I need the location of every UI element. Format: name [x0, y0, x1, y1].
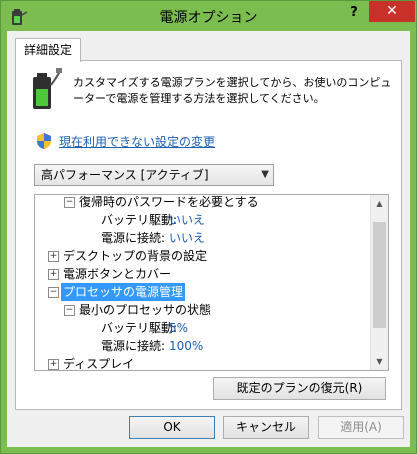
setting-label: バッテリ駆動: — [101, 321, 178, 335]
expand-icon[interactable]: + — [48, 359, 59, 370]
tree-item[interactable]: − 最小のプロセッサの状態 — [35, 301, 371, 319]
cancel-button[interactable]: キャンセル — [223, 416, 309, 439]
instruction-text: カスタマイズする電源プランを選択してから、お使いのコンピューターで電源を管理する… — [73, 76, 392, 105]
battery-plug-icon — [33, 68, 62, 109]
setting-label: 電源に接続: — [101, 231, 166, 245]
tree-item[interactable]: 電源に接続: いいえ — [35, 229, 371, 247]
tree-item-label: デスクトップの背景の設定 — [63, 249, 208, 263]
settings-tree[interactable]: − 復帰時のパスワードを必要とする バッテリ駆動: いいえ 電源に接続: いいえ… — [34, 194, 389, 371]
expand-icon[interactable]: + — [48, 251, 59, 262]
collapse-icon[interactable]: − — [48, 287, 59, 298]
setting-value[interactable]: 100% — [169, 337, 203, 355]
power-plan-value: 高パフォーマンス [アクティブ] — [41, 168, 209, 182]
tree-viewport: − 復帰時のパスワードを必要とする バッテリ駆動: いいえ 電源に接続: いいえ… — [35, 195, 371, 370]
setting-value[interactable]: 5% — [169, 319, 188, 337]
expand-icon[interactable]: + — [48, 269, 59, 280]
help-button[interactable]: ? — [341, 3, 367, 23]
tree-item-selected[interactable]: − プロセッサの電源管理 — [35, 283, 371, 301]
tree-item-label: ディスプレイ — [63, 357, 135, 370]
collapse-icon[interactable]: − — [64, 305, 75, 316]
power-options-window: 電源オプション ? ✕ 詳細設定 カスタマイズする電源プランを選択してから、お使… — [0, 0, 417, 454]
tree-item[interactable]: + ディスプレイ — [35, 355, 371, 370]
setting-label: バッテリ駆動: — [101, 213, 178, 227]
vertical-scrollbar[interactable]: ▲ ▼ — [370, 195, 388, 370]
tree-item-label: 電源ボタンとカバー — [63, 267, 172, 281]
tree-item[interactable]: 電源に接続: 100% — [35, 337, 371, 355]
setting-value[interactable]: いいえ — [169, 211, 205, 229]
chevron-down-icon: ▼ — [261, 169, 269, 180]
setting-value[interactable]: いいえ — [169, 229, 205, 247]
tree-item[interactable]: + 電源ボタンとカバー — [35, 265, 371, 283]
change-unavailable-settings-link[interactable]: 現在利用できない設定の変更 — [59, 133, 215, 150]
collapse-icon[interactable]: − — [64, 197, 75, 208]
dialog-client-area: 詳細設定 カスタマイズする電源プランを選択してから、お使いのコンピューターで電源… — [7, 31, 410, 447]
scroll-down-icon[interactable]: ▼ — [371, 353, 388, 370]
tree-item[interactable]: バッテリ駆動: 5% — [35, 319, 371, 337]
scrollbar-thumb[interactable] — [373, 222, 386, 328]
tree-item-label: プロセッサの電源管理 — [61, 283, 186, 301]
setting-label: 電源に接続: — [101, 339, 166, 353]
title-bar[interactable]: 電源オプション ? ✕ — [1, 1, 416, 31]
ok-button[interactable]: OK — [129, 416, 215, 439]
scroll-up-icon[interactable]: ▲ — [371, 195, 388, 212]
tree-item-label: 最小のプロセッサの状態 — [79, 303, 212, 317]
tree-item[interactable]: + デスクトップの背景の設定 — [35, 247, 371, 265]
close-button[interactable]: ✕ — [369, 1, 415, 22]
power-plan-select[interactable]: 高パフォーマンス [アクティブ] ▼ — [34, 164, 274, 186]
apply-button[interactable]: 適用(A) — [318, 416, 404, 439]
tab-advanced-settings[interactable]: 詳細設定 — [15, 38, 81, 62]
uac-shield-icon — [37, 133, 51, 149]
tree-item[interactable]: − 復帰時のパスワードを必要とする — [35, 195, 371, 211]
tree-item-label: 復帰時のパスワードを必要とする — [79, 195, 259, 209]
tree-item[interactable]: バッテリ駆動: いいえ — [35, 211, 371, 229]
restore-defaults-button[interactable]: 既定のプランの復元(R) — [213, 377, 386, 400]
